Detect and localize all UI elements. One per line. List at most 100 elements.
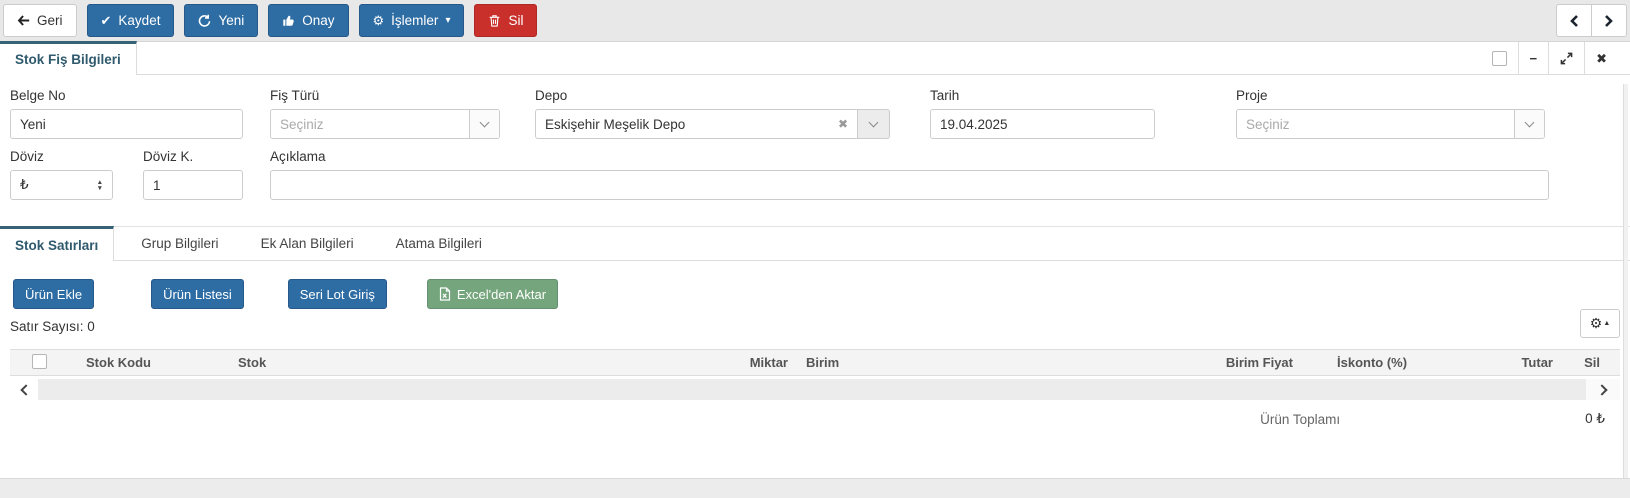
field-fis-turu: Fiş Türü Seçiniz [270, 88, 500, 139]
doviz-value: ₺ [20, 177, 97, 193]
column-birim-fiyat: Birim Fiyat [926, 355, 1293, 370]
trash-icon [488, 14, 501, 27]
new-button-label: Yeni [218, 13, 244, 28]
new-button[interactable]: Yeni [184, 4, 258, 37]
operations-button-label: İşlemler [391, 13, 438, 28]
chevron-down-icon[interactable] [1514, 110, 1544, 138]
window-tabbar: Stok Fiş Bilgileri − ✖ [0, 41, 1630, 75]
field-tarih: Tarih [930, 88, 1155, 139]
fis-turu-label: Fiş Türü [270, 88, 500, 103]
belge-no-label: Belge No [10, 88, 243, 103]
chevron-left-icon [1569, 14, 1579, 28]
proje-select[interactable]: Seçiniz [1236, 109, 1545, 139]
clear-icon[interactable]: ✖ [838, 117, 848, 131]
proje-label: Proje [1236, 88, 1545, 103]
tab-stok-fis-bilgileri[interactable]: Stok Fiş Bilgileri [0, 41, 137, 75]
expand-icon [1560, 52, 1573, 65]
doviz-k-input[interactable] [143, 170, 243, 200]
field-belge-no: Belge No [10, 88, 243, 139]
field-doviz-k: Döviz K. [143, 149, 243, 200]
scroll-right-button[interactable] [1586, 379, 1620, 400]
tab-grup-bilgileri[interactable]: Grup Bilgileri [126, 227, 233, 260]
import-excel-button[interactable]: Excel'den Aktar [427, 279, 558, 309]
column-miktar: Miktar [696, 355, 788, 370]
tab-ek-alan-bilgileri[interactable]: Ek Alan Bilgileri [246, 227, 369, 260]
tarih-label: Tarih [930, 88, 1155, 103]
tarih-input[interactable] [930, 109, 1155, 139]
next-record-button[interactable] [1591, 4, 1627, 37]
close-icon: ✖ [1596, 51, 1607, 67]
minus-icon: − [1530, 51, 1538, 66]
chevron-right-icon [1596, 384, 1607, 395]
grid-actions: Ürün Ekle Ürün Listesi Seri Lot Giriş Ex… [10, 279, 1620, 309]
column-iskonto: İskonto (%) [1337, 355, 1487, 370]
serial-lot-button[interactable]: Seri Lot Giriş [288, 279, 387, 309]
save-button-label: Kaydet [118, 13, 160, 28]
close-button[interactable]: ✖ [1584, 42, 1618, 75]
aciklama-input[interactable] [270, 170, 1549, 200]
chevron-down-icon [869, 117, 879, 127]
product-total-label: Ürün Toplamı [1260, 412, 1340, 427]
chevron-down-icon[interactable] [469, 110, 499, 138]
depo-combo: Eskişehir Meşelik Depo ✖ [535, 109, 890, 139]
belge-no-input[interactable] [10, 109, 243, 139]
doviz-select[interactable]: ₺ ▲▼ [10, 170, 113, 200]
tab-atama-bilgileri[interactable]: Atama Bilgileri [381, 227, 497, 260]
operations-button[interactable]: ⚙ İşlemler ▾ [359, 4, 465, 37]
delete-button-label: Sil [508, 13, 523, 28]
gear-icon: ⚙ [1590, 315, 1603, 332]
column-stok-kodu: Stok Kodu [86, 355, 238, 370]
window-tab-title: Stok Fiş Bilgileri [15, 52, 121, 67]
field-depo: Depo Eskişehir Meşelik Depo ✖ [535, 88, 890, 139]
doviz-label: Döviz [10, 149, 113, 164]
checkbox-icon [32, 354, 47, 369]
select-all-checkbox[interactable] [32, 354, 86, 372]
excel-file-icon [439, 287, 451, 301]
gear-icon: ⚙ [373, 14, 385, 27]
depo-select[interactable]: Eskişehir Meşelik Depo ✖ [535, 109, 858, 139]
stock-receipt-page: { "toolbar": { "back": "Geri", "save": "… [0, 0, 1630, 498]
save-button[interactable]: ✔ Kaydet [87, 4, 175, 37]
depo-dropdown-button[interactable] [858, 109, 890, 139]
vertical-scrollbar[interactable] [1623, 84, 1628, 478]
delete-button[interactable]: Sil [474, 4, 537, 37]
field-doviz: Döviz ₺ ▲▼ [10, 149, 113, 200]
chevron-left-icon [20, 384, 31, 395]
tab-stok-satirlari[interactable]: Stok Satırları [0, 226, 114, 261]
caret-down-icon: ▾ [445, 16, 450, 26]
field-aciklama: Açıklama [270, 149, 1549, 200]
record-nav-group [1556, 4, 1627, 37]
rowcount-bar: Satır Sayısı: 0 ⚙▲ [10, 319, 1620, 334]
refresh-icon [198, 14, 211, 27]
proje-placeholder: Seçiniz [1237, 117, 1514, 132]
arrow-left-icon [17, 14, 30, 27]
fis-turu-placeholder: Seçiniz [271, 117, 469, 132]
footer-strip [0, 478, 1630, 498]
approve-button[interactable]: Onay [268, 4, 348, 37]
product-total-value: 0 ₺ [1585, 411, 1605, 427]
column-birim: Birim [806, 355, 926, 370]
grid-settings-button[interactable]: ⚙▲ [1580, 309, 1620, 338]
pin-checkbox[interactable] [1481, 42, 1518, 75]
approve-button-label: Onay [302, 13, 334, 28]
fis-turu-select[interactable]: Seçiniz [270, 109, 500, 139]
form-row-1: Belge No Fiş Türü Seçiniz Depo Eskişehir… [10, 88, 1620, 139]
minimize-button[interactable]: − [1518, 42, 1549, 75]
back-button-label: Geri [37, 13, 63, 28]
scroll-left-button[interactable] [10, 379, 38, 400]
serial-lot-label: Seri Lot Giriş [300, 287, 375, 302]
window-controls: − ✖ [1481, 42, 1619, 75]
tab-label: Atama Bilgileri [396, 236, 482, 251]
grid-horizontal-scrollbar [10, 379, 1620, 400]
product-list-button[interactable]: Ürün Listesi [151, 279, 244, 309]
previous-record-button[interactable] [1556, 4, 1592, 37]
grid-header-row: Stok Kodu Stok Miktar Birim Birim Fiyat … [10, 349, 1620, 376]
back-button[interactable]: Geri [3, 4, 77, 37]
scrollbar-track[interactable] [38, 379, 1586, 400]
add-product-button[interactable]: Ürün Ekle [13, 279, 94, 309]
row-count-text: Satır Sayısı: 0 [10, 319, 95, 334]
caret-up-icon: ▲ [1603, 320, 1610, 327]
import-excel-label: Excel'den Aktar [457, 287, 546, 302]
panel-content: Belge No Fiş Türü Seçiniz Depo Eskişehir… [10, 88, 1620, 427]
maximize-button[interactable] [1548, 42, 1584, 75]
